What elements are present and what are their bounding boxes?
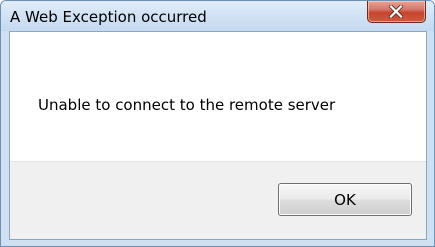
dialog-content: Unable to connect to the remote server O… [9, 31, 427, 240]
dialog-title: A Web Exception occurred [10, 8, 207, 26]
title-bar[interactable]: A Web Exception occurred [1, 1, 434, 31]
ok-button[interactable]: OK [278, 183, 412, 216]
close-icon [389, 5, 403, 18]
dialog-window: A Web Exception occurred Unable to conne… [0, 0, 435, 247]
error-message: Unable to connect to the remote server [38, 96, 336, 114]
close-button[interactable] [367, 1, 426, 23]
button-bar: OK [10, 161, 426, 239]
